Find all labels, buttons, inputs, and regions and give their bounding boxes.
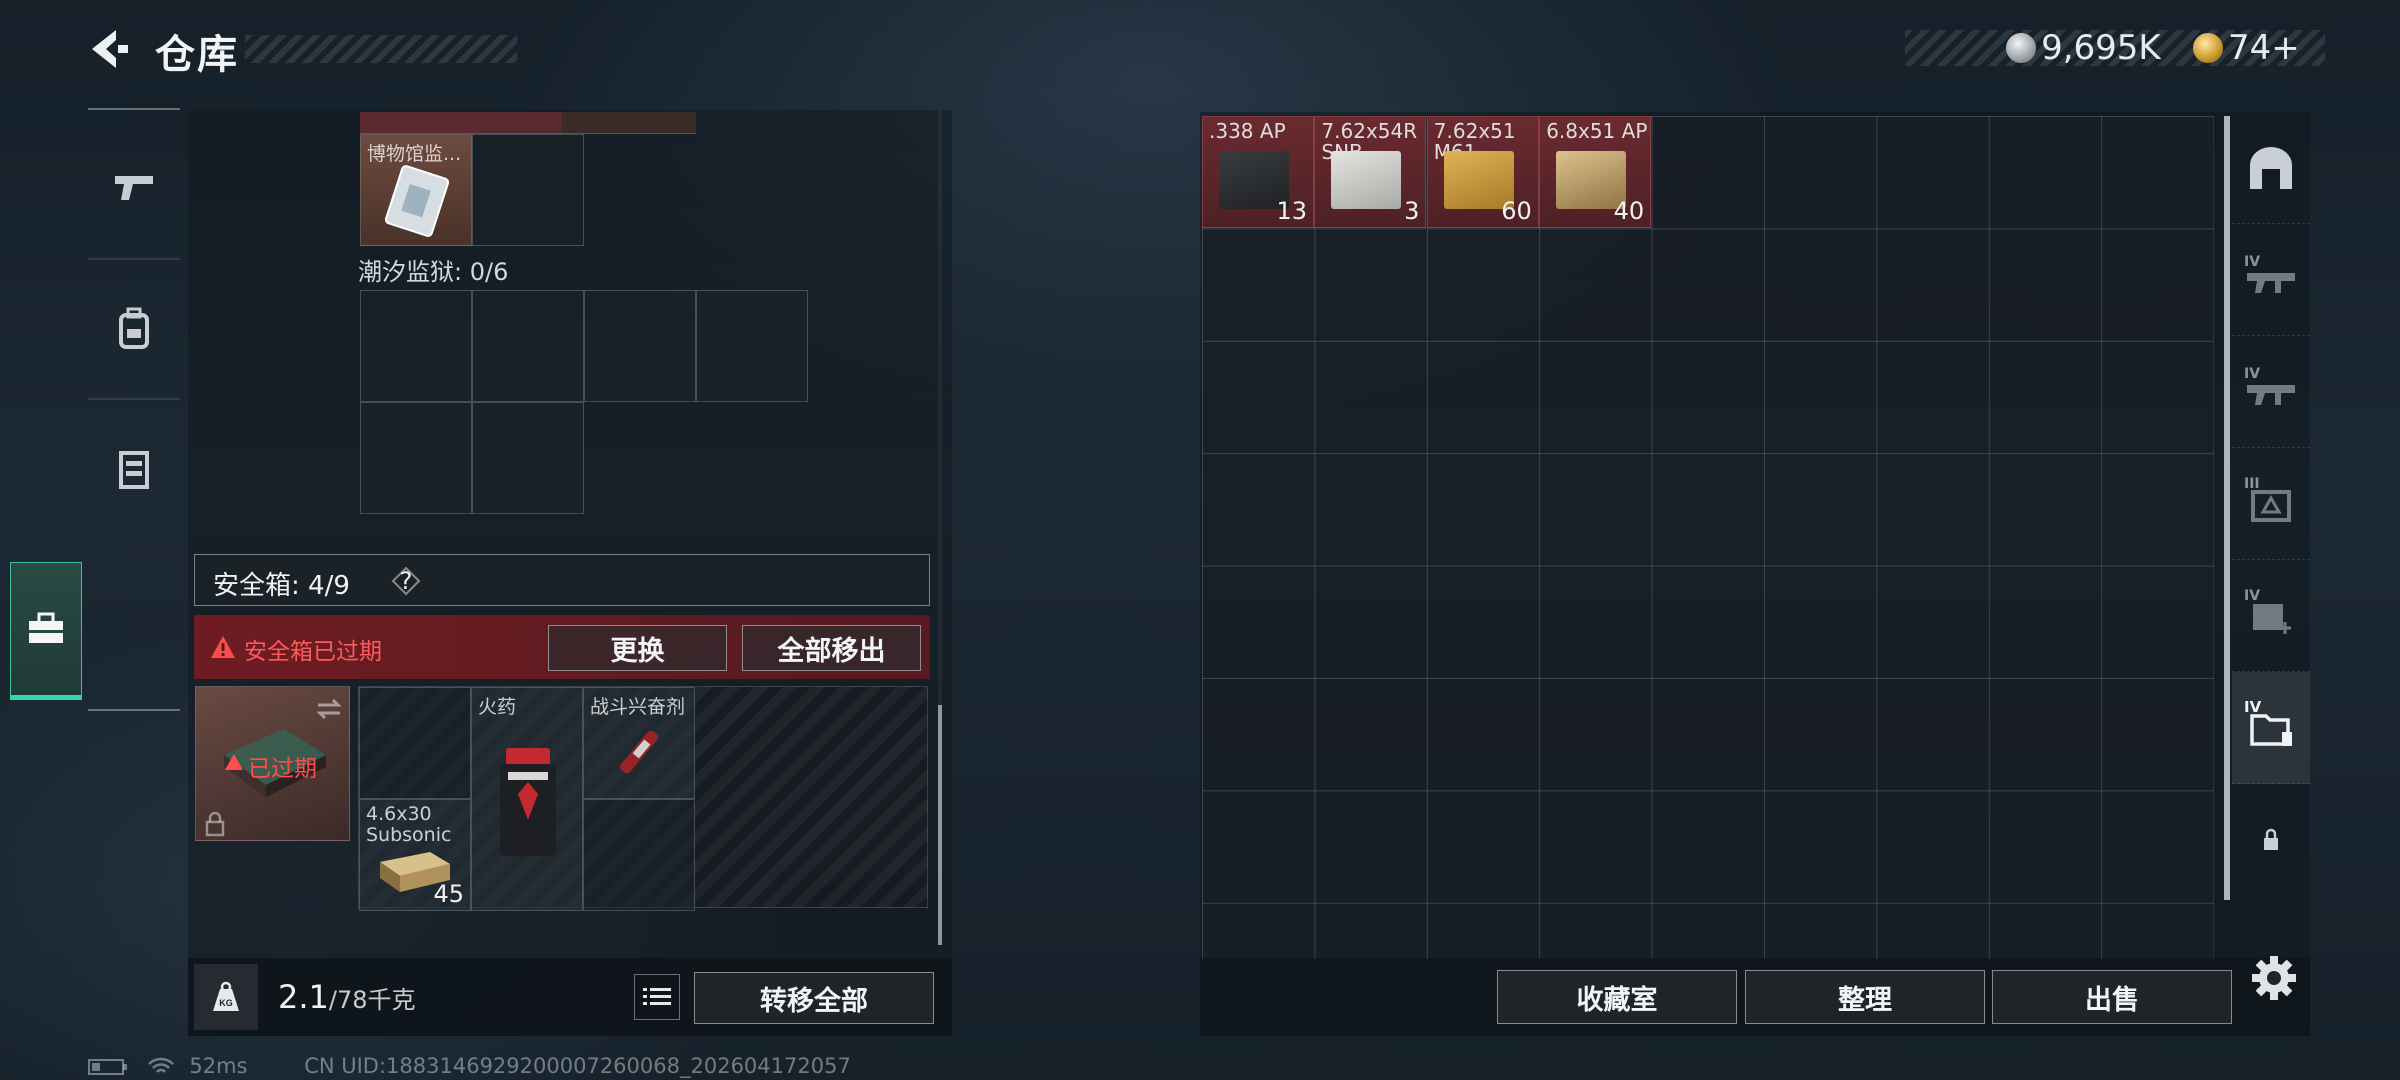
- list-view-button[interactable]: [634, 974, 680, 1020]
- back-button[interactable]: [86, 26, 132, 72]
- safe-box-expired-bar: 安全箱已过期 更换 全部移出: [194, 615, 930, 679]
- svg-text:KG: KG: [219, 998, 233, 1008]
- silver-amount: 9,695K: [2041, 28, 2161, 68]
- tab-vault[interactable]: [2232, 112, 2310, 224]
- museum-card-icon: [384, 165, 450, 237]
- title-decoration: [245, 35, 517, 63]
- tab-medical-iv[interactable]: IV: [2232, 560, 2310, 672]
- warning-icon: [211, 636, 235, 658]
- safe-item-gunpowder[interactable]: 火药: [471, 687, 583, 911]
- lock-icon: [2264, 828, 2278, 850]
- safe-box-label: 安全箱: 4/9: [213, 571, 350, 601]
- backpack-icon: [119, 307, 149, 349]
- stash-item-68x51-ap[interactable]: 6.8x51 AP 40: [1539, 116, 1652, 228]
- chest-rig-icon: [119, 451, 149, 489]
- sort-button[interactable]: 整理: [1745, 970, 1985, 1024]
- silver-coin-icon: [2006, 33, 2036, 63]
- tide-slot[interactable]: [472, 402, 584, 514]
- empty-slot[interactable]: [472, 134, 584, 246]
- left-scrollbar-thumb[interactable]: [938, 705, 942, 945]
- transfer-all-button[interactable]: 转移全部: [694, 972, 934, 1024]
- help-icon[interactable]: ?: [391, 566, 421, 596]
- back-arrow-icon: [92, 30, 128, 68]
- wifi-icon: [147, 1057, 174, 1073]
- safe-slot-empty[interactable]: [359, 687, 471, 799]
- weight-button[interactable]: KG: [194, 964, 258, 1030]
- tide-prison-label: 潮汐监狱: 0/6: [358, 258, 509, 286]
- safe-box-expired-text: 安全箱已过期: [244, 639, 382, 665]
- stash-item-762x54r-snb[interactable]: 7.62x54R SNB 3: [1314, 116, 1427, 228]
- safe-box-header: 安全箱: 4/9 ?: [194, 554, 930, 606]
- list-icon: [643, 988, 671, 1005]
- tide-prison-count: 0/6: [469, 258, 509, 286]
- weight-current: 2.1: [278, 978, 329, 1016]
- tab-ammo-iii[interactable]: III: [2232, 448, 2310, 560]
- collection-room-button[interactable]: 收藏室: [1497, 970, 1737, 1024]
- stash-item-338-ap[interactable]: .338 AP 13: [1202, 116, 1314, 228]
- warning-icon: [225, 754, 243, 770]
- tide-slot[interactable]: [696, 290, 808, 402]
- sell-button[interactable]: 出售: [1992, 970, 2232, 1024]
- tab-rifle-iv-2[interactable]: IV: [2232, 336, 2310, 448]
- safe-item-stimulant[interactable]: 战斗兴奋剂: [583, 687, 695, 799]
- currency-display: 9,695K 74+: [2006, 28, 2300, 68]
- tab-locked[interactable]: [2232, 784, 2310, 896]
- stash-grid[interactable]: .338 AP 13 7.62x54R SNB 3 7.62x51 M61 60…: [1202, 116, 2214, 960]
- stash-scrollbar[interactable]: [2224, 116, 2230, 900]
- safe-box-grid: 火药 战斗兴奋剂 4.6x30 Subsonic 45: [358, 686, 928, 911]
- side-nav: [88, 108, 180, 710]
- gear-icon: [2252, 956, 2296, 1000]
- ping-text: 52ms: [189, 1054, 248, 1078]
- safe-slot-empty[interactable]: [583, 799, 695, 911]
- toolbox-icon: [29, 612, 63, 643]
- item-name: 博物馆监...: [367, 143, 462, 165]
- safe-box-count: 4/9: [308, 571, 350, 601]
- ammo-box-icon: [1331, 151, 1402, 209]
- tide-slot[interactable]: [360, 290, 472, 402]
- nav-backpack[interactable]: [88, 258, 180, 398]
- tide-slot[interactable]: [472, 290, 584, 402]
- nav-divider: [88, 709, 180, 711]
- scrolled-items-row: [360, 112, 696, 134]
- weight-display: 2.1/78千克: [278, 978, 416, 1016]
- settings-button[interactable]: [2246, 950, 2302, 1006]
- vault-icon: [2250, 146, 2292, 189]
- injector-icon: [619, 730, 659, 774]
- pistol-icon: [115, 176, 153, 200]
- swap-button[interactable]: 更换: [548, 625, 727, 671]
- nav-chest-rig[interactable]: [88, 398, 180, 538]
- safe-case-item[interactable]: 已过期: [195, 686, 350, 841]
- move-all-out-button[interactable]: 全部移出: [742, 625, 921, 671]
- weight-capacity: /78千克: [328, 986, 416, 1014]
- stash-tabs: IV IV III IV IV: [2232, 112, 2310, 932]
- page-title: 仓库: [155, 32, 239, 78]
- nav-weapons[interactable]: [88, 118, 180, 258]
- case-expired-label: 已过期: [248, 756, 317, 782]
- tide-slot[interactable]: [584, 290, 696, 402]
- swap-arrows-icon: [316, 698, 342, 720]
- nav-safe-box[interactable]: [10, 562, 82, 700]
- uid-text: CN UID:1883146929200007260068_2026041720…: [304, 1054, 851, 1078]
- tab-folder-iv[interactable]: IV: [2232, 672, 2310, 784]
- lock-icon: [205, 811, 225, 837]
- museum-item[interactable]: 博物馆监...: [360, 134, 472, 246]
- safe-item-ammo-4.6x30[interactable]: 4.6x30 Subsonic 45: [359, 799, 471, 911]
- item-count: 45: [433, 880, 464, 908]
- gold-coin-icon: [2192, 33, 2223, 63]
- tide-slot[interactable]: [360, 402, 472, 514]
- weight-kg-icon: KG: [213, 981, 239, 1011]
- gunpowder-jar-icon: [500, 748, 556, 856]
- stash-item-762x51-m61[interactable]: 7.62x51 M61 60: [1426, 116, 1539, 228]
- gold-amount[interactable]: 74+: [2228, 28, 2300, 68]
- bottom-left-bar: KG 2.1/78千克 转移全部: [188, 958, 952, 1036]
- battery-icon: [88, 1059, 127, 1075]
- status-bar: 52ms CN UID:1883146929200007260068_20260…: [88, 1054, 851, 1078]
- tab-rifle-iv-1[interactable]: IV: [2232, 224, 2310, 336]
